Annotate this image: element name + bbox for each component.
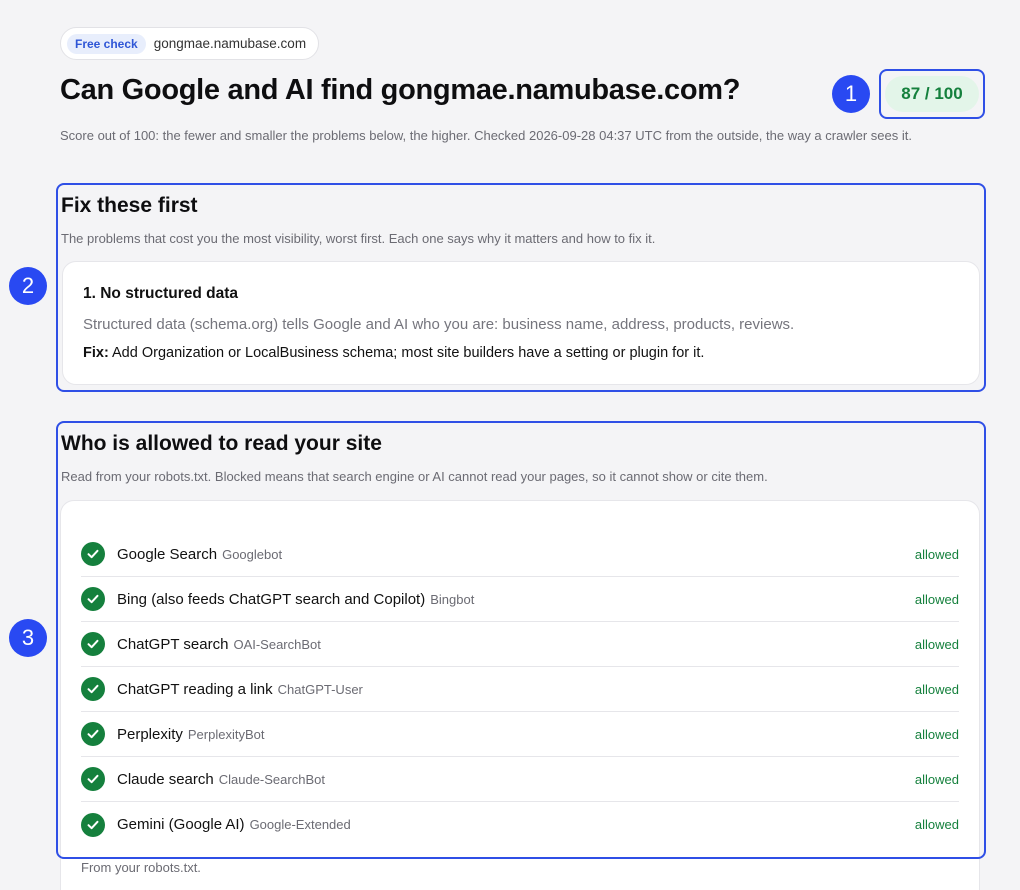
- score-badge: 87 / 100: [885, 76, 979, 112]
- crawler-row: Perplexity PerplexityBot allowed: [81, 712, 959, 757]
- check-circle-icon: [81, 632, 105, 656]
- crawler-name: ChatGPT reading a link: [117, 680, 273, 698]
- crawler-row: Bing (also feeds ChatGPT search and Copi…: [81, 577, 959, 622]
- crawler-agent: PerplexityBot: [187, 726, 265, 742]
- crawler-status: allowed: [914, 591, 959, 607]
- crawler-name: Claude search: [117, 770, 214, 788]
- check-circle-icon: [81, 767, 105, 791]
- crawler-row: ChatGPT reading a link ChatGPT-User allo…: [81, 667, 959, 712]
- free-check-pill: Free check gongmae.namubase.com: [60, 27, 320, 60]
- crawler-row: Google Search Googlebot allowed: [81, 532, 959, 577]
- marker-1: 1: [832, 75, 870, 113]
- free-check-badge: Free check: [67, 33, 146, 54]
- crawler-row: Gemini (Google AI) Google-Extended allow…: [81, 802, 959, 847]
- site-host: gongmae.namubase.com: [153, 36, 307, 51]
- crawler-status: allowed: [914, 817, 959, 832]
- fix-section: Fix these first The problems that cost y…: [56, 183, 986, 392]
- issue-fix-label: Fix:: [83, 345, 109, 361]
- marker-2: 2: [9, 267, 47, 305]
- crawler-agent: Claude-SearchBot: [218, 771, 325, 787]
- issue-why: Structured data (schema.org) tells Googl…: [83, 316, 795, 333]
- check-circle-icon: [81, 812, 105, 837]
- crawler-name: Gemini (Google AI): [117, 816, 245, 833]
- fix-section-title: Fix these first: [61, 194, 198, 217]
- crawler-status: allowed: [914, 771, 959, 787]
- check-circle-icon: [81, 677, 105, 701]
- crawler-agent: Google-Extended: [249, 817, 351, 832]
- issue-title: 1. No structured data: [83, 285, 239, 302]
- check-circle-icon: [81, 542, 105, 566]
- crawler-name: Google Search: [117, 545, 218, 563]
- issue-fix-text: Add Organization or LocalBusiness schema…: [112, 345, 705, 361]
- crawler-agent: ChatGPT-User: [277, 681, 363, 697]
- crawler-section: Who is allowed to read your site Read fr…: [56, 421, 986, 859]
- fix-section-description: The problems that cost you the most visi…: [61, 231, 656, 246]
- score-box: 87 / 100: [879, 69, 985, 119]
- crawler-section-title: Who is allowed to read your site: [61, 432, 382, 455]
- crawler-agent: Googlebot: [222, 546, 283, 562]
- crawler-section-description: Read from your robots.txt. Blocked means…: [61, 469, 768, 484]
- crawler-agent: OAI-SearchBot: [233, 636, 321, 652]
- crawler-agent: Bingbot: [430, 591, 475, 607]
- crawler-status: allowed: [914, 636, 959, 652]
- crawler-row: Claude search Claude-SearchBot allowed: [81, 757, 959, 802]
- marker-3: 3: [9, 619, 47, 657]
- crawler-status: allowed: [914, 726, 959, 742]
- check-circle-icon: [81, 722, 105, 746]
- check-circle-icon: [81, 587, 105, 611]
- page-subtitle: Score out of 100: the fewer and smaller …: [60, 128, 912, 143]
- crawler-status: allowed: [914, 546, 959, 562]
- crawler-name: ChatGPT search: [117, 635, 229, 653]
- issue-fix: Fix: Add Organization or LocalBusiness s…: [83, 345, 704, 361]
- crawler-name: Perplexity: [117, 725, 183, 743]
- crawler-status: allowed: [914, 681, 959, 697]
- page-title: Can Google and AI find gongmae.namubase.…: [60, 74, 741, 106]
- crawler-footnote: From your robots.txt.: [81, 860, 201, 875]
- crawler-name: Bing (also feeds ChatGPT search and Copi…: [117, 590, 426, 608]
- issue-card: 1. No structured data Structured data (s…: [62, 261, 980, 385]
- crawler-row: ChatGPT search OAI-SearchBot allowed: [81, 622, 959, 667]
